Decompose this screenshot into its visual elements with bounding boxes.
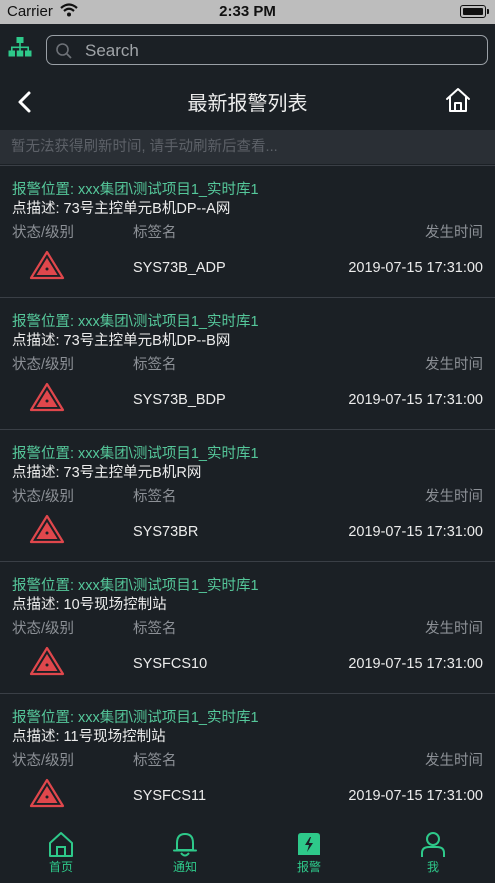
top-bar	[0, 24, 495, 76]
tag-name-header: 标签名	[133, 621, 177, 637]
alarm-list: 报警位置: xxx集团\测试项目1_实时库1 点描述: 73号主控单元B机DP-…	[0, 165, 495, 825]
alarm-location: 报警位置: xxx集团\测试项目1_实时库1	[12, 578, 259, 594]
alarm-time: 2019-07-15 17:31:00	[348, 260, 483, 276]
search-bar[interactable]	[46, 35, 488, 65]
user-icon	[421, 832, 445, 857]
warning-icon	[29, 514, 65, 549]
alarm-item[interactable]: 报警位置: xxx集团\测试项目1_实时库1 点描述: 10号现场控制站 状态/…	[0, 561, 495, 693]
tag-name-header: 标签名	[133, 357, 177, 373]
tab-notify[interactable]: 通知	[145, 830, 225, 875]
alarm-tag: SYS73B_BDP	[133, 392, 226, 408]
tag-name-header: 标签名	[133, 225, 177, 241]
org-tree-icon[interactable]	[8, 36, 32, 63]
home-tab-icon	[49, 832, 73, 857]
search-icon	[55, 42, 73, 65]
status-bar: Carrier 2:33 PM	[0, 0, 495, 24]
battery-icon	[460, 5, 489, 18]
occur-time-header: 发生时间	[425, 621, 483, 637]
alarm-item[interactable]: 报警位置: xxx集团\测试项目1_实时库1 点描述: 11号现场控制站 状态/…	[0, 693, 495, 825]
alarm-tag: SYS73BR	[133, 524, 199, 540]
occur-time-header: 发生时间	[425, 753, 483, 769]
alarm-description: 点描述: 73号主控单元B机DP--B网	[12, 333, 231, 349]
tab-home-label: 首页	[48, 860, 73, 874]
alarm-time: 2019-07-15 17:31:00	[348, 392, 483, 408]
nav-bar: 最新报警列表	[0, 76, 495, 128]
tab-alarm-label: 报警	[296, 860, 321, 874]
refresh-notice: 暂无法获得刷新时间, 请手动刷新后查看...	[0, 130, 495, 164]
tab-alarm[interactable]: 报警	[269, 830, 349, 875]
alarm-description: 点描述: 73号主控单元B机R网	[12, 465, 202, 481]
alarm-location: 报警位置: xxx集团\测试项目1_实时库1	[12, 710, 259, 726]
warning-icon	[29, 250, 65, 285]
alarm-description: 点描述: 11号现场控制站	[12, 729, 166, 745]
tab-me[interactable]: 我	[393, 830, 473, 875]
status-level-header: 状态/级别	[12, 489, 75, 505]
tag-name-header: 标签名	[133, 753, 177, 769]
warning-icon	[29, 778, 65, 813]
tab-bar: 首页 通知 报警 我	[0, 826, 495, 883]
bell-icon	[173, 833, 197, 857]
alarm-time: 2019-07-15 17:31:00	[348, 656, 483, 672]
alarm-time: 2019-07-15 17:31:00	[348, 788, 483, 804]
warning-icon	[29, 382, 65, 417]
alarm-tag: SYS73B_ADP	[133, 260, 226, 276]
alarm-location: 报警位置: xxx集团\测试项目1_实时库1	[12, 314, 259, 330]
alarm-tag: SYSFCS10	[133, 656, 208, 672]
status-level-header: 状态/级别	[12, 357, 75, 373]
tag-name-header: 标签名	[133, 489, 177, 505]
occur-time-header: 发生时间	[425, 489, 483, 505]
status-level-header: 状态/级别	[12, 225, 75, 241]
alarm-location: 报警位置: xxx集团\测试项目1_实时库1	[12, 446, 259, 462]
alarm-item[interactable]: 报警位置: xxx集团\测试项目1_实时库1 点描述: 73号主控单元B机DP-…	[0, 165, 495, 297]
search-input[interactable]	[83, 39, 477, 63]
alarm-tab-icon	[298, 833, 320, 855]
warning-icon	[29, 646, 65, 681]
alarm-item[interactable]: 报警位置: xxx集团\测试项目1_实时库1 点描述: 73号主控单元B机R网 …	[0, 429, 495, 561]
occur-time-header: 发生时间	[425, 357, 483, 373]
page-title: 最新报警列表	[187, 93, 308, 115]
status-level-header: 状态/级别	[12, 753, 75, 769]
alarm-time: 2019-07-15 17:31:00	[348, 524, 483, 540]
tab-notify-label: 通知	[172, 860, 197, 874]
tab-home[interactable]: 首页	[21, 830, 101, 875]
alarm-item[interactable]: 报警位置: xxx集团\测试项目1_实时库1 点描述: 73号主控单元B机DP-…	[0, 297, 495, 429]
occur-time-header: 发生时间	[425, 225, 483, 241]
tab-me-label: 我	[426, 860, 439, 874]
alarm-tag: SYSFCS11	[133, 788, 207, 804]
alarm-description: 点描述: 10号现场控制站	[12, 597, 167, 613]
alarm-location: 报警位置: xxx集团\测试项目1_实时库1	[12, 182, 259, 198]
status-level-header: 状态/级别	[12, 621, 75, 637]
clock: 2:33 PM	[219, 3, 276, 20]
alarm-description: 点描述: 73号主控单元B机DP--A网	[12, 201, 231, 217]
home-icon[interactable]	[445, 87, 471, 118]
